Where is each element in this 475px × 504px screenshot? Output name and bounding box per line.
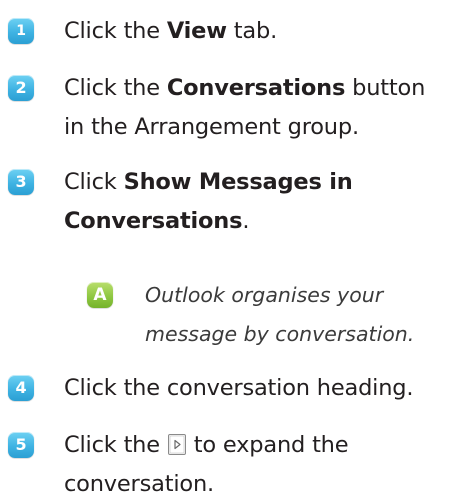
step-number-badge: 2	[8, 75, 34, 101]
step-text-continued: Conversations.	[64, 208, 250, 234]
callout-text-continued: message by conversation.	[145, 322, 415, 346]
ui-element-name: Conversations	[64, 208, 243, 234]
callout-a: A Outlook organises your message by conv…	[87, 276, 465, 354]
step-number-badge: 5	[8, 432, 34, 458]
step-text: Click the Conversations button	[64, 75, 426, 101]
step-number-badge: 1	[8, 18, 34, 44]
step-2: 2 Click the Conversations button in the …	[8, 69, 468, 147]
callout-letter-badge: A	[87, 282, 113, 308]
ui-element-name: Conversations	[166, 75, 346, 101]
step-number-badge: 4	[8, 375, 34, 401]
step-text-continued: conversation.	[64, 471, 214, 497]
step-text: Click Show Messages in	[64, 169, 353, 195]
step-text: Click the conversation heading.	[64, 375, 414, 401]
step-5: 5 Click the to expand the conversation.	[8, 426, 468, 504]
step-text-continued: in the Arrangement group.	[64, 114, 359, 140]
step-1: 1 Click the View tab.	[8, 12, 468, 51]
step-number-badge: 3	[8, 169, 34, 195]
step-text: Click the View tab.	[64, 18, 278, 44]
step-4: 4 Click the conversation heading.	[8, 369, 468, 408]
step-3: 3 Click Show Messages in Conversations.	[8, 163, 468, 241]
callout-text: Outlook organises your	[145, 283, 384, 307]
expand-arrow-icon	[167, 429, 186, 455]
ui-element-name: Show Messages in	[123, 169, 353, 195]
step-text: Click the to expand the	[64, 426, 468, 465]
ui-element-name: View	[166, 18, 227, 44]
